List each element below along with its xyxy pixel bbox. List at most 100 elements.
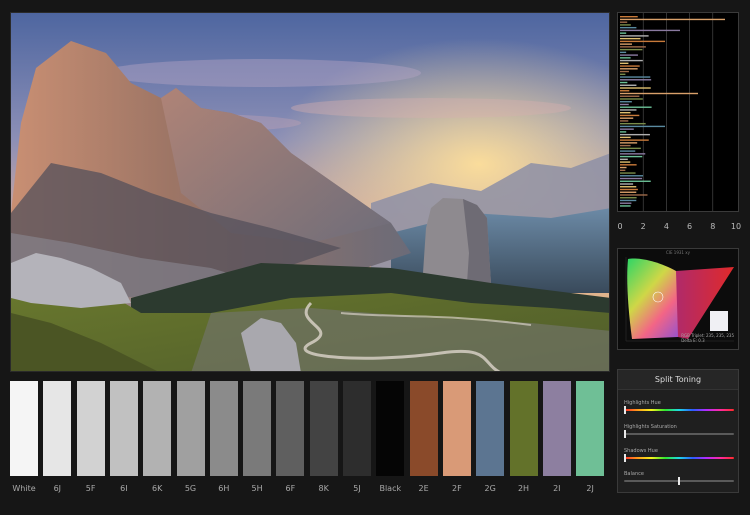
swatch-chip — [509, 381, 538, 476]
histogram-bar — [620, 175, 644, 177]
histogram-tick-label: 0 — [617, 222, 623, 231]
swatch-chip — [409, 381, 438, 476]
histogram-bar — [620, 46, 646, 48]
histogram-bar — [620, 87, 651, 89]
swatch-chip — [209, 381, 238, 476]
histogram-bar — [620, 92, 698, 95]
swatch-chip — [243, 381, 272, 476]
histogram-bar — [620, 73, 626, 75]
histogram-bar — [620, 29, 680, 32]
histogram-bar — [620, 153, 646, 155]
swatch-chip — [176, 381, 205, 476]
shadows-hue-label: Shadows Hue — [624, 448, 658, 454]
balance-slider[interactable] — [624, 477, 734, 485]
swatch-chip — [43, 381, 72, 476]
swatch-2f[interactable]: 2F — [442, 381, 471, 493]
histogram-bar — [620, 166, 627, 169]
balance-thumb[interactable] — [678, 477, 680, 485]
histogram-bar — [620, 70, 629, 73]
histogram-bar — [620, 54, 638, 56]
histogram-tick-label: 6 — [687, 222, 693, 231]
histogram-bar — [620, 139, 649, 141]
swatch-6h[interactable]: 6H — [209, 381, 238, 493]
histogram-bar — [620, 48, 643, 51]
histogram-bar — [620, 177, 643, 180]
white-patch — [710, 311, 728, 331]
histogram-bar — [620, 155, 643, 158]
swatch-5h[interactable]: 5H — [243, 381, 272, 493]
histogram-bar — [620, 117, 634, 119]
swatch-chip — [376, 381, 405, 476]
histogram-bar — [620, 65, 640, 67]
histogram-bar — [620, 133, 650, 136]
histogram-bar — [620, 81, 628, 84]
histogram-chart — [620, 13, 725, 211]
swatch-5g[interactable]: 5G — [176, 381, 205, 493]
histogram-bar — [620, 103, 629, 106]
swatch-2e[interactable]: 2E — [409, 381, 438, 493]
histogram-bar — [620, 128, 634, 130]
histogram-bar — [620, 32, 627, 34]
swatch-6f[interactable]: 6F — [276, 381, 305, 493]
histogram-bar — [620, 183, 634, 185]
swatch-black[interactable]: Black — [376, 381, 405, 493]
swatch-2i[interactable]: 2I — [542, 381, 571, 493]
swatch-chip — [276, 381, 305, 476]
histogram-bar — [620, 76, 651, 78]
gamut-info: RGB Triplet: 235, 235, 235 Delta E: 0.3 — [681, 333, 734, 343]
histogram-bar — [620, 161, 631, 163]
swatch-6j[interactable]: 6J — [43, 381, 72, 493]
histogram-bar — [620, 43, 632, 45]
histogram-bar — [620, 101, 632, 103]
histogram-bar — [620, 18, 725, 21]
split-toning-title: Split Toning — [618, 370, 738, 390]
swatch-chip — [10, 381, 38, 476]
histogram-bar — [620, 172, 636, 174]
histogram-bar — [620, 150, 636, 152]
histogram-bar — [620, 188, 638, 191]
histogram-bar — [620, 169, 626, 171]
swatch-5f[interactable]: 5F — [76, 381, 105, 493]
shadows-hue-slider[interactable] — [624, 454, 734, 462]
highlights-saturation-slider[interactable] — [624, 430, 734, 438]
histogram-axis: 0 2 4 6 8 10 — [617, 222, 743, 236]
swatch-chip — [76, 381, 105, 476]
highlights-hue-control: Highlights Hue — [624, 400, 734, 414]
swatch-6i[interactable]: 6I — [109, 381, 138, 493]
swatch-chip — [476, 381, 505, 476]
histogram-bar — [620, 90, 630, 92]
histogram-bar — [620, 37, 641, 40]
highlights-hue-thumb[interactable] — [624, 406, 626, 414]
histogram-bar — [620, 109, 637, 111]
swatch-label: 2J — [586, 484, 594, 493]
highlights-hue-slider[interactable] — [624, 406, 734, 414]
histogram-bar — [620, 199, 637, 202]
shadows-hue-thumb[interactable] — [624, 454, 626, 462]
histogram-bar — [620, 112, 631, 114]
histogram-bar — [620, 26, 637, 29]
histogram-bar — [620, 68, 638, 70]
swatch-6k[interactable]: 6K — [143, 381, 172, 493]
highlights-hue-label: Highlights Hue — [624, 400, 661, 406]
histogram-bar — [620, 84, 637, 86]
swatch-chip — [442, 381, 471, 476]
highlights-saturation-label: Highlights Saturation — [624, 424, 677, 430]
histogram-panel — [617, 12, 739, 212]
histogram-bar — [620, 98, 643, 100]
swatch-2j[interactable]: 2J — [576, 381, 605, 493]
swatch-2h[interactable]: 2H — [509, 381, 538, 493]
swatch-5j[interactable]: 5J — [343, 381, 371, 493]
split-toning-panel: Split Toning Highlights Hue Highlights S… — [617, 369, 739, 493]
swatch-8k[interactable]: 8K — [309, 381, 338, 493]
balance-control: Balance — [624, 471, 734, 485]
swatch-chip — [343, 381, 371, 476]
shadows-hue-control: Shadows Hue — [624, 448, 734, 462]
swatch-2g[interactable]: 2G — [476, 381, 505, 493]
histogram-bar — [620, 136, 631, 139]
histogram-bar — [620, 79, 652, 81]
swatch-white[interactable]: White — [10, 381, 38, 493]
highlights-saturation-thumb[interactable] — [624, 430, 626, 438]
histogram-bar — [620, 186, 637, 188]
histogram-bar — [620, 205, 631, 207]
histogram-bar — [620, 158, 628, 161]
